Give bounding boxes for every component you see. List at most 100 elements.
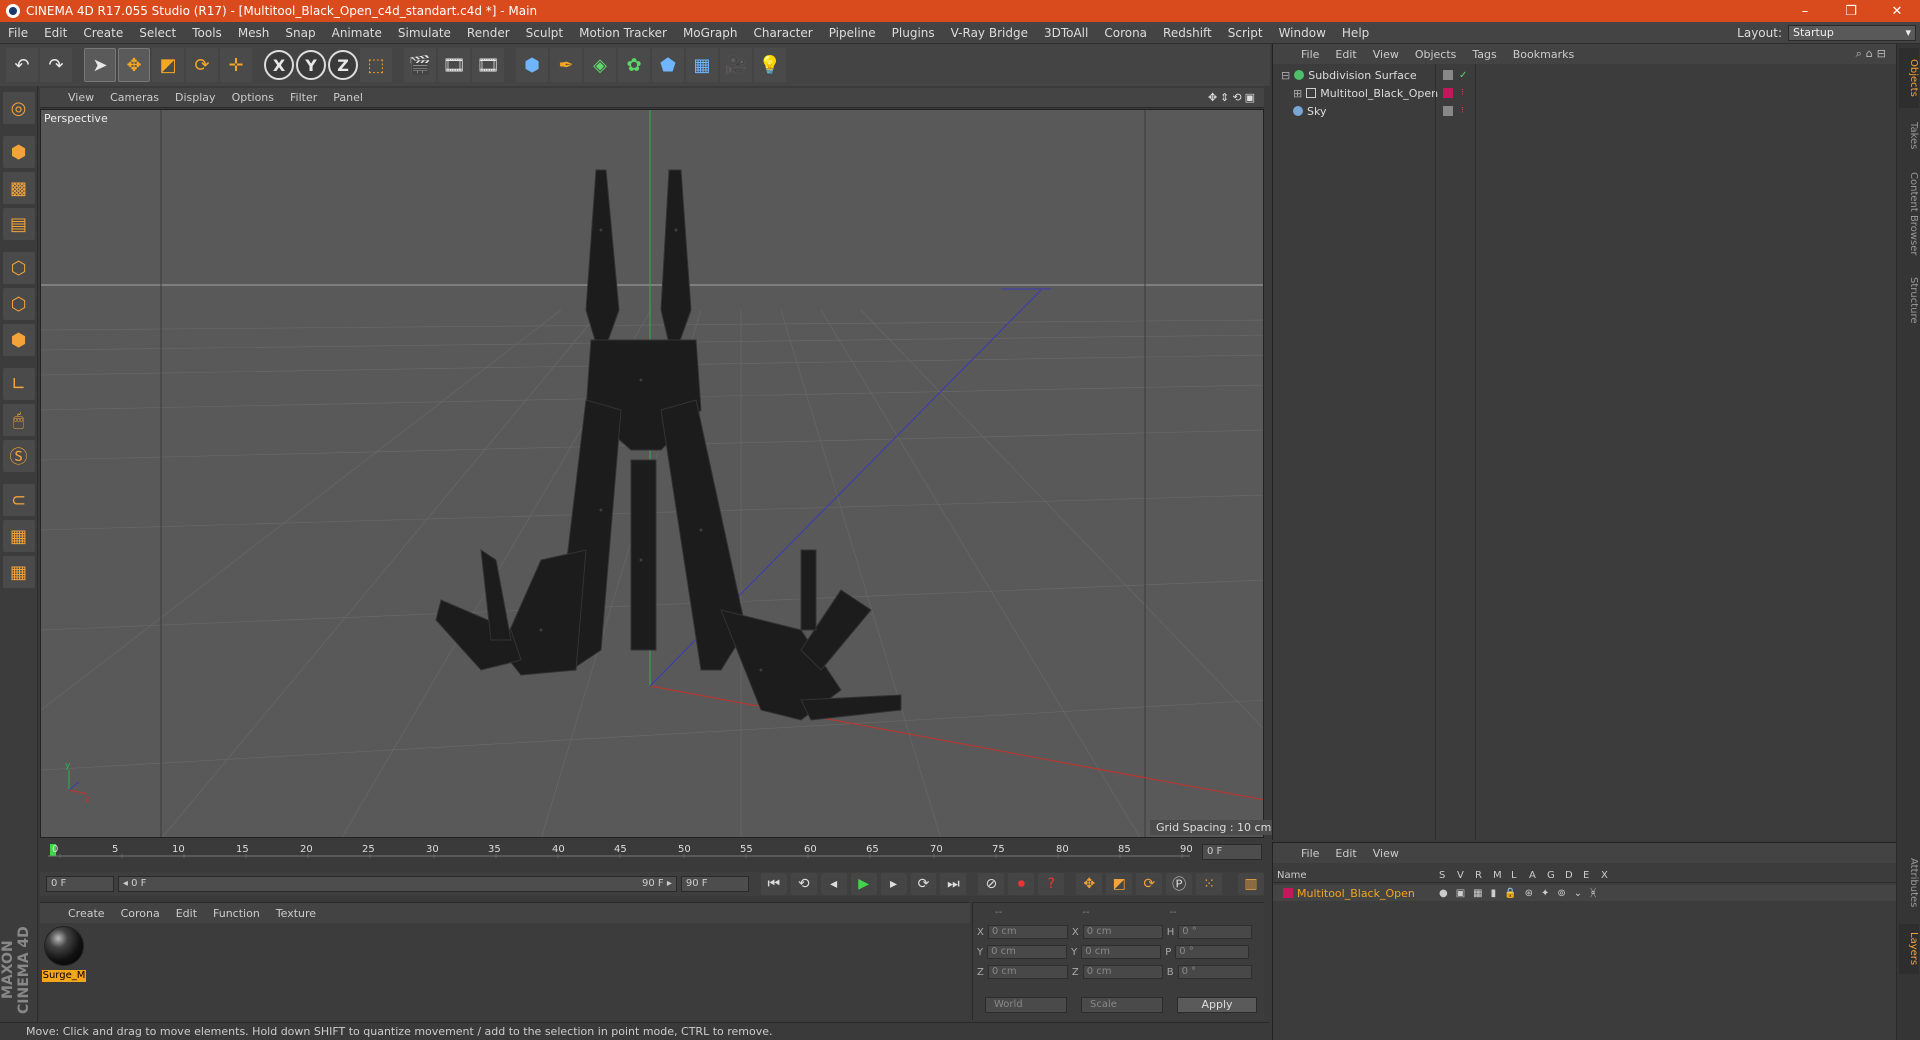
goto-end-button[interactable]: ⏭ — [940, 873, 967, 895]
minimize-button[interactable]: – — [1782, 4, 1828, 19]
timeline-window-button[interactable]: ▥ — [1238, 873, 1265, 895]
undo-button[interactable]: ↶ — [6, 48, 38, 82]
layer-tag-icon[interactable] — [1443, 70, 1453, 80]
viewport-nav-icons[interactable]: ✥⇕⟲▣ — [1208, 91, 1264, 104]
menu-help[interactable]: Help — [1334, 26, 1377, 40]
om-menu-edit[interactable]: Edit — [1327, 48, 1364, 61]
layer-header-deformers[interactable]: D — [1565, 870, 1583, 881]
y-axis-lock-button[interactable]: Y — [296, 50, 326, 80]
apply-button[interactable]: Apply — [1177, 997, 1257, 1013]
material-menu-texture[interactable]: Texture — [268, 907, 324, 920]
expand-toggle-icon[interactable]: ⊞ — [1293, 87, 1302, 100]
render-view-button[interactable]: 🎬 — [404, 48, 436, 82]
collapse-toggle-icon[interactable]: ⊟ — [1281, 69, 1290, 82]
make-editable-button[interactable]: ◎ — [2, 92, 35, 124]
tab-structure[interactable]: Structure — [1899, 270, 1919, 330]
live-selection-button[interactable]: ➤ — [84, 48, 116, 82]
menu-pipeline[interactable]: Pipeline — [821, 26, 884, 40]
rotate-tool-button[interactable]: ⟳ — [186, 48, 218, 82]
enable-snap-button[interactable]: ⊂ — [2, 484, 35, 516]
menu-edit[interactable]: Edit — [36, 26, 75, 40]
keyframe-selection-button[interactable]: ? — [1038, 873, 1065, 895]
move-tool-button[interactable]: ✥ — [118, 48, 150, 82]
menu-vray-bridge[interactable]: V-Ray Bridge — [943, 26, 1036, 40]
autokey-button[interactable]: ⏺ — [1008, 873, 1035, 895]
next-frame-button[interactable]: ▸ — [880, 873, 907, 895]
position-y-field[interactable]: 0 cm — [987, 945, 1068, 959]
add-deformer-button[interactable]: ⬟ — [652, 48, 684, 82]
add-camera-button[interactable]: 🎥 — [720, 48, 752, 82]
add-nurbs-button[interactable]: ◈ — [584, 48, 616, 82]
layout-dropdown[interactable]: Startup — [1788, 24, 1916, 41]
key-parameter-button[interactable]: Ⓟ — [1166, 873, 1193, 895]
viewport-menu-display[interactable]: Display — [167, 91, 224, 104]
layer-header-view[interactable]: V — [1457, 870, 1475, 881]
tab-attributes[interactable]: Attributes — [1899, 850, 1919, 916]
add-cube-button[interactable]: ⬢ — [516, 48, 548, 82]
axis-mode-button[interactable]: ∟ — [2, 368, 35, 400]
om-column-divider[interactable] — [1435, 64, 1436, 840]
z-axis-lock-button[interactable]: Z — [328, 50, 358, 80]
close-button[interactable]: ✕ — [1874, 4, 1920, 19]
menu-render[interactable]: Render — [459, 26, 518, 40]
layer-color-swatch[interactable] — [1283, 888, 1293, 898]
menu-mograph[interactable]: MoGraph — [675, 26, 746, 40]
layer-header-locked[interactable]: L — [1511, 870, 1529, 881]
material-preview-swatch[interactable] — [44, 926, 84, 966]
tab-layers[interactable]: Layers — [1899, 924, 1919, 974]
rotation-b-field[interactable]: 0 ° — [1177, 965, 1252, 979]
play-button[interactable]: ▶ — [850, 873, 877, 895]
material-menu-function[interactable]: Function — [205, 907, 268, 920]
key-rotation-button[interactable]: ⟳ — [1136, 873, 1163, 895]
locked-workplane-button[interactable]: ▦ — [2, 520, 35, 552]
lm-menu-view[interactable]: View — [1365, 847, 1407, 860]
snap-settings-button[interactable]: Ⓢ — [2, 440, 35, 472]
goto-start-button[interactable]: ⏮ — [760, 873, 787, 895]
end-frame-field[interactable]: 90 F — [680, 876, 749, 892]
menu-create[interactable]: Create — [75, 26, 131, 40]
key-scale-button[interactable]: ◩ — [1106, 873, 1133, 895]
layer-header-name[interactable]: Name — [1273, 870, 1439, 881]
om-search-home-icons[interactable]: ⌕⌂⊟ — [1848, 47, 1896, 61]
om-menu-view[interactable]: View — [1365, 48, 1407, 61]
menu-plugins[interactable]: Plugins — [884, 26, 943, 40]
viewport-menu-panel[interactable]: Panel — [325, 91, 371, 104]
viewport-menu-options[interactable]: Options — [224, 91, 282, 104]
object-row-sky[interactable]: Sky ⁝ — [1273, 102, 1897, 120]
om-menu-objects[interactable]: Objects — [1407, 48, 1465, 61]
lm-menu-file[interactable]: File — [1293, 847, 1327, 860]
menu-mesh[interactable]: Mesh — [230, 26, 278, 40]
material-name-label[interactable]: Surge_M — [42, 970, 86, 982]
viewport-menu-cameras[interactable]: Cameras — [102, 91, 167, 104]
redo-button[interactable]: ↷ — [40, 48, 72, 82]
menu-animate[interactable]: Animate — [324, 26, 390, 40]
perspective-viewport[interactable]: y z — [40, 109, 1264, 838]
key-position-button[interactable]: ✥ — [1076, 873, 1103, 895]
frame-range-slider[interactable]: ◂ 0 F 90 F ▸ — [117, 876, 677, 892]
polygons-mode-button[interactable]: ⬢ — [2, 324, 35, 356]
coordinate-space-dropdown[interactable]: World — [985, 997, 1067, 1013]
material-menu-corona[interactable]: Corona — [113, 907, 168, 920]
menu-tools[interactable]: Tools — [184, 26, 230, 40]
om-menu-file[interactable]: File — [1293, 48, 1327, 61]
edges-mode-button[interactable]: ⬡ — [2, 288, 35, 320]
points-mode-button[interactable]: ⬡ — [2, 252, 35, 284]
rotation-h-field[interactable]: 0 ° — [1178, 925, 1253, 939]
model-mode-button[interactable]: ⬢ — [2, 136, 35, 168]
scale-tool-button[interactable]: ◩ — [152, 48, 184, 82]
menu-window[interactable]: Window — [1271, 26, 1334, 40]
om-menu-tags[interactable]: Tags — [1464, 48, 1504, 61]
current-frame-field[interactable]: 0 F — [1202, 844, 1262, 860]
workplane-mode-button[interactable]: ▤ — [2, 208, 35, 240]
menu-sculpt[interactable]: Sculpt — [518, 26, 571, 40]
menu-motion-tracker[interactable]: Motion Tracker — [571, 26, 675, 40]
layer-tag-icon[interactable] — [1443, 106, 1453, 116]
render-settings-button[interactable]: 🎞 — [472, 48, 504, 82]
restore-button[interactable]: ❐ — [1828, 4, 1874, 19]
add-spline-button[interactable]: ✒ — [550, 48, 582, 82]
record-keys-button[interactable]: ⊘ — [978, 873, 1005, 895]
timeline-ruler[interactable]: 0 5 10 15 20 25 30 35 40 45 50 55 60 65 … — [40, 840, 1264, 862]
visibility-dots-icon[interactable]: ⁝ — [1461, 88, 1464, 98]
render-picture-viewer-button[interactable]: 🎞 — [438, 48, 470, 82]
viewport-menu-view[interactable]: View — [60, 91, 102, 104]
